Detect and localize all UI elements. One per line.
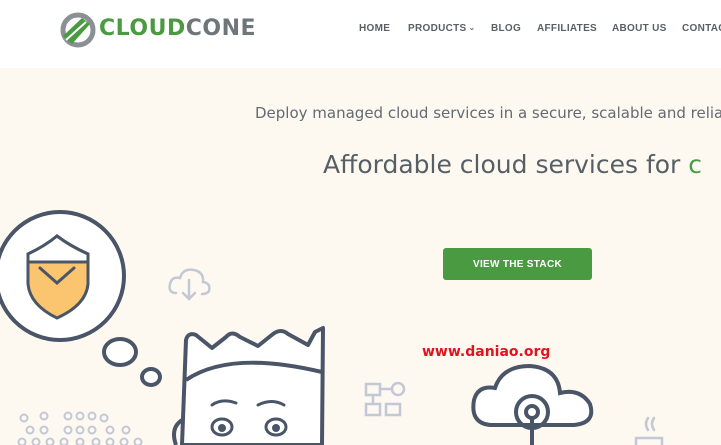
shield-icon bbox=[0, 210, 126, 342]
watermark-text: www.daniao.org bbox=[422, 344, 551, 360]
cloud-network-icon bbox=[471, 363, 594, 445]
hero-illustration bbox=[0, 210, 664, 445]
flowchart-icon bbox=[364, 381, 406, 417]
character-illustration bbox=[172, 326, 325, 445]
dot-pattern bbox=[17, 411, 143, 445]
cloud-download-icon bbox=[168, 268, 211, 301]
coffee-cup-icon bbox=[634, 416, 664, 445]
thought-bubble-dots bbox=[102, 337, 162, 387]
